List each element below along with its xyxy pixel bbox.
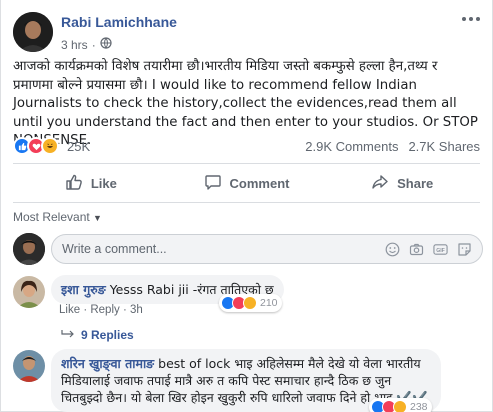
current-user-avatar bbox=[13, 233, 45, 265]
comment-button[interactable]: Comment bbox=[169, 168, 325, 198]
facebook-post: Rabi Lamichhane 3 hrs · आजको कार्यक्रमको… bbox=[0, 0, 493, 412]
comment-input[interactable]: Write a comment... GIF bbox=[51, 234, 483, 264]
comment-reply-link[interactable]: Reply bbox=[90, 304, 119, 316]
replies-count: 9 Replies bbox=[81, 328, 134, 342]
composer-icons: GIF bbox=[385, 242, 482, 257]
reaction-summary[interactable]: 25K bbox=[13, 137, 90, 155]
comment-author-avatar[interactable] bbox=[13, 350, 45, 382]
comment-author-name[interactable]: इशा गुरुङ bbox=[61, 282, 106, 297]
more-options-icon[interactable] bbox=[460, 12, 482, 26]
comment-reactions-count: 238 bbox=[410, 401, 428, 412]
comment-filter-label: Most Relevant bbox=[13, 210, 90, 224]
haha-icon bbox=[41, 137, 59, 155]
comment-time[interactable]: 3h bbox=[130, 304, 143, 316]
svg-text:GIF: GIF bbox=[436, 248, 445, 254]
author-name[interactable]: Rabi Lamichhane bbox=[61, 14, 177, 30]
reaction-count: 25K bbox=[67, 138, 91, 154]
comment-author-name[interactable]: शरिन खुाङ्वा तामाङ bbox=[61, 356, 154, 371]
haha-icon bbox=[393, 400, 407, 412]
post-actions: Like Comment Share bbox=[13, 168, 480, 198]
comment-like-link[interactable]: Like bbox=[59, 304, 80, 316]
post-meta: 3 hrs · bbox=[61, 37, 112, 52]
comment-author-avatar[interactable] bbox=[13, 276, 45, 308]
share-button[interactable]: Share bbox=[324, 168, 480, 198]
post-time[interactable]: 3 hrs bbox=[61, 38, 88, 52]
share-icon bbox=[371, 173, 389, 194]
comment-reactions[interactable]: 210 bbox=[219, 294, 282, 312]
share-label: Share bbox=[397, 175, 434, 191]
haha-icon bbox=[243, 296, 257, 310]
divider bbox=[13, 202, 480, 203]
comment-icon bbox=[204, 173, 222, 194]
meta-separator: · bbox=[91, 37, 96, 52]
camera-icon[interactable] bbox=[409, 242, 424, 257]
shares-count[interactable]: 2.7K Shares bbox=[408, 139, 480, 154]
comment-label: Comment bbox=[229, 175, 290, 191]
comment-filter-dropdown[interactable]: Most Relevant ▼ bbox=[13, 210, 102, 224]
comment-reactions-count: 210 bbox=[260, 297, 278, 309]
sticker-icon[interactable] bbox=[457, 242, 472, 257]
like-label: Like bbox=[90, 175, 117, 191]
reply-arrow-icon bbox=[61, 328, 75, 342]
comment-reactions[interactable]: 238 bbox=[369, 398, 432, 412]
view-replies-link[interactable]: 9 Replies bbox=[61, 328, 134, 342]
comment-actions: Like · Reply · 3h bbox=[59, 304, 143, 316]
globe-icon bbox=[100, 37, 112, 52]
comment-input-placeholder: Write a comment... bbox=[62, 242, 167, 256]
divider bbox=[13, 163, 480, 164]
smiley-icon[interactable] bbox=[385, 242, 400, 257]
engagement-counts: 2.9K Comments 2.7K Shares bbox=[305, 139, 480, 154]
comments-count[interactable]: 2.9K Comments bbox=[305, 139, 398, 154]
caret-down-icon: ▼ bbox=[93, 213, 102, 223]
thumbs-up-icon bbox=[65, 173, 83, 194]
gif-icon[interactable]: GIF bbox=[433, 242, 448, 257]
like-button[interactable]: Like bbox=[13, 168, 169, 198]
author-avatar[interactable] bbox=[13, 12, 53, 52]
